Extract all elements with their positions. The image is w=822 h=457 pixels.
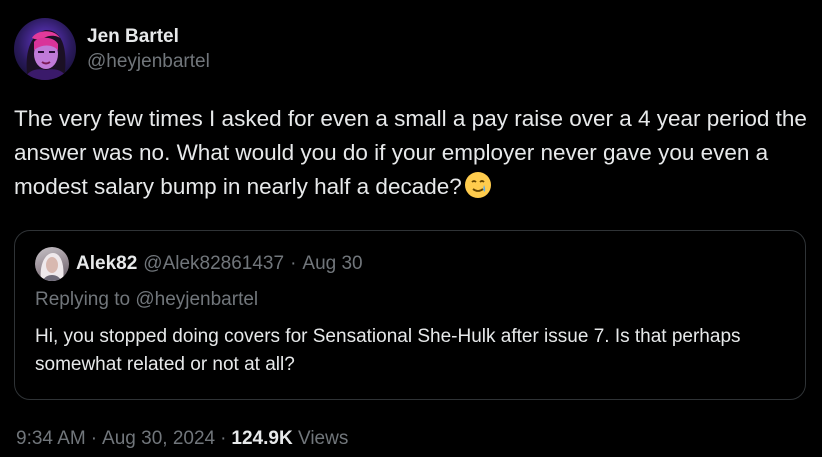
- replying-to: Replying to @heyjenbartel: [35, 289, 259, 310]
- quoted-tweet[interactable]: Alek82 @Alek82861437 · Aug 30 Replying t…: [14, 230, 806, 400]
- quoted-separator-dot: ·: [290, 253, 297, 274]
- smiling-face-with-tear-icon: [464, 171, 492, 209]
- tweet-time[interactable]: 9:34 AM: [16, 428, 86, 449]
- author-handle[interactable]: @heyjenbartel: [87, 49, 210, 75]
- quoted-tweet-text: Hi, you stopped doing covers for Sensati…: [35, 326, 741, 375]
- tweet-text: The very few times I asked for even a sm…: [14, 102, 814, 209]
- quoted-author-display-name[interactable]: Alek82: [76, 253, 137, 275]
- author-avatar[interactable]: [14, 18, 76, 80]
- views-count[interactable]: 124.9K: [231, 428, 292, 449]
- tweet-body: The very few times I asked for even a sm…: [14, 106, 807, 199]
- views-label: Views: [297, 428, 349, 449]
- tweet-meta: 9:34 AM · Aug 30, 2024 · 124.9K Views: [16, 428, 348, 450]
- author-display-name[interactable]: Jen Bartel: [87, 25, 210, 49]
- quoted-author-handle[interactable]: @Alek82861437: [143, 253, 284, 275]
- tweet-date[interactable]: Aug 30, 2024: [102, 428, 215, 449]
- quoted-avatar-art: [40, 253, 64, 281]
- author-avatar-art: [24, 30, 68, 80]
- tweet-header: Jen Bartel @heyjenbartel: [14, 18, 210, 80]
- quoted-author-avatar[interactable]: [35, 247, 69, 281]
- quoted-date[interactable]: Aug 30: [302, 253, 362, 275]
- meta-separator-dot: ·: [90, 428, 98, 449]
- quoted-tweet-header: Alek82 @Alek82861437 · Aug 30: [35, 247, 363, 281]
- meta-separator-dot-2: ·: [220, 428, 227, 449]
